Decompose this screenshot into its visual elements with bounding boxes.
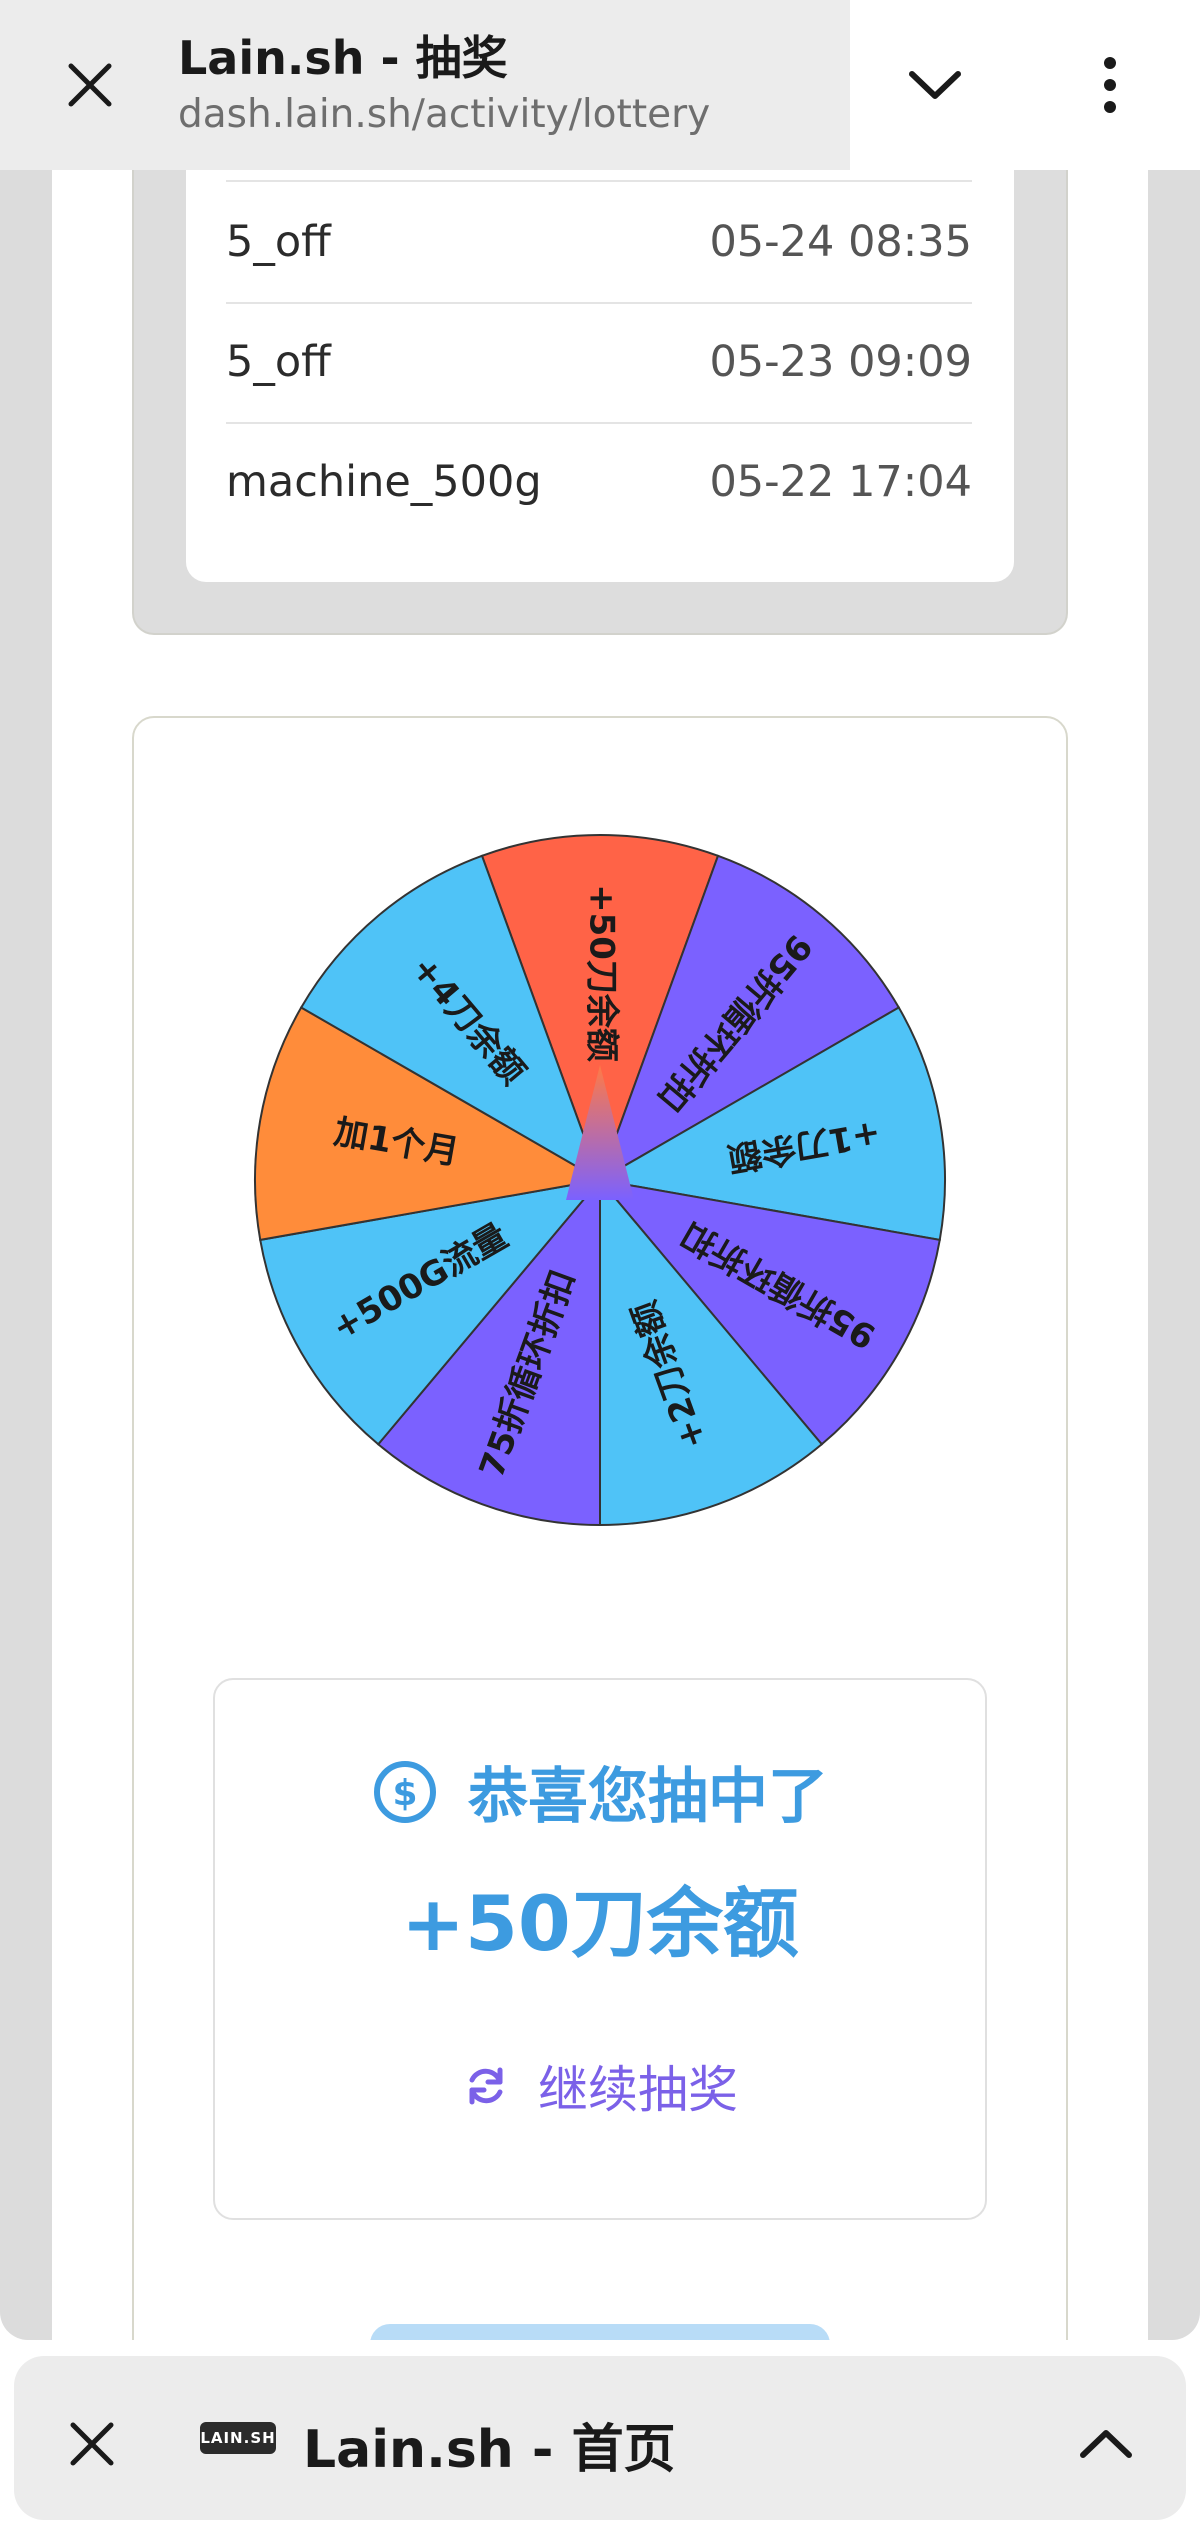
page-url: dash.lain.sh/activity/lottery [178, 92, 711, 137]
history-time: 05-22 17:04 [709, 457, 972, 507]
congrats-text: 恭喜您抽中了 [468, 1762, 828, 1832]
wheel-segment-label: +50刀余额 [582, 884, 622, 1062]
close-icon [70, 2422, 114, 2466]
history-time: 05-23 09:09 [709, 337, 972, 387]
draw-again-label: 继续抽奖 [538, 2061, 738, 2119]
history-row: 5_off 05-24 08:35 [226, 182, 972, 304]
expand-up-button[interactable] [1066, 2404, 1146, 2484]
refresh-icon [469, 2067, 503, 2105]
draw-again-button[interactable]: 继续抽奖 [0, 2050, 1200, 2122]
chevron-up-icon [1080, 2430, 1132, 2458]
history-time: 05-24 08:35 [709, 217, 972, 267]
expand-button[interactable] [895, 45, 975, 125]
congrats-line: $ 恭喜您抽中了 [0, 1748, 1200, 1835]
close-icon [68, 63, 112, 107]
close-bottom-tab-button[interactable] [52, 2404, 132, 2484]
site-logo: LAIN.SH [200, 2422, 276, 2454]
browser-top-bar: Lain.sh - 抽奖 dash.lain.sh/activity/lotte… [0, 0, 1200, 170]
history-prize: 5_off [226, 337, 331, 387]
prize-wheel[interactable]: +50刀余额 95折循环折扣 +1刀余额 95折循环折扣 +2刀余额 75折循环折扣 +50… [240, 820, 960, 1540]
close-tab-button[interactable] [55, 50, 125, 120]
more-vert-icon [1104, 57, 1116, 113]
history-prize: machine_500g [226, 457, 542, 507]
history-row: 5_off 05-23 09:09 [226, 302, 972, 424]
won-prize: +50刀余额 [401, 1879, 799, 1968]
dollar-circle-icon: $ [374, 1760, 436, 1823]
more-menu-button[interactable] [1070, 45, 1150, 125]
chevron-down-icon [909, 71, 961, 99]
prize-wheel-graphic[interactable]: +50刀余额 95折循环折扣+1刀余额95折循环折扣+2刀余额75折循环折扣+50… [240, 820, 960, 1540]
history-prize: 5_off [226, 217, 331, 267]
history-row: machine_500g 05-22 17:04 [226, 422, 972, 542]
bottom-tab-title: Lain.sh - 首页 [303, 2420, 676, 2480]
svg-text:$: $ [392, 1773, 417, 1814]
page-title: Lain.sh - 抽奖 [178, 31, 508, 85]
